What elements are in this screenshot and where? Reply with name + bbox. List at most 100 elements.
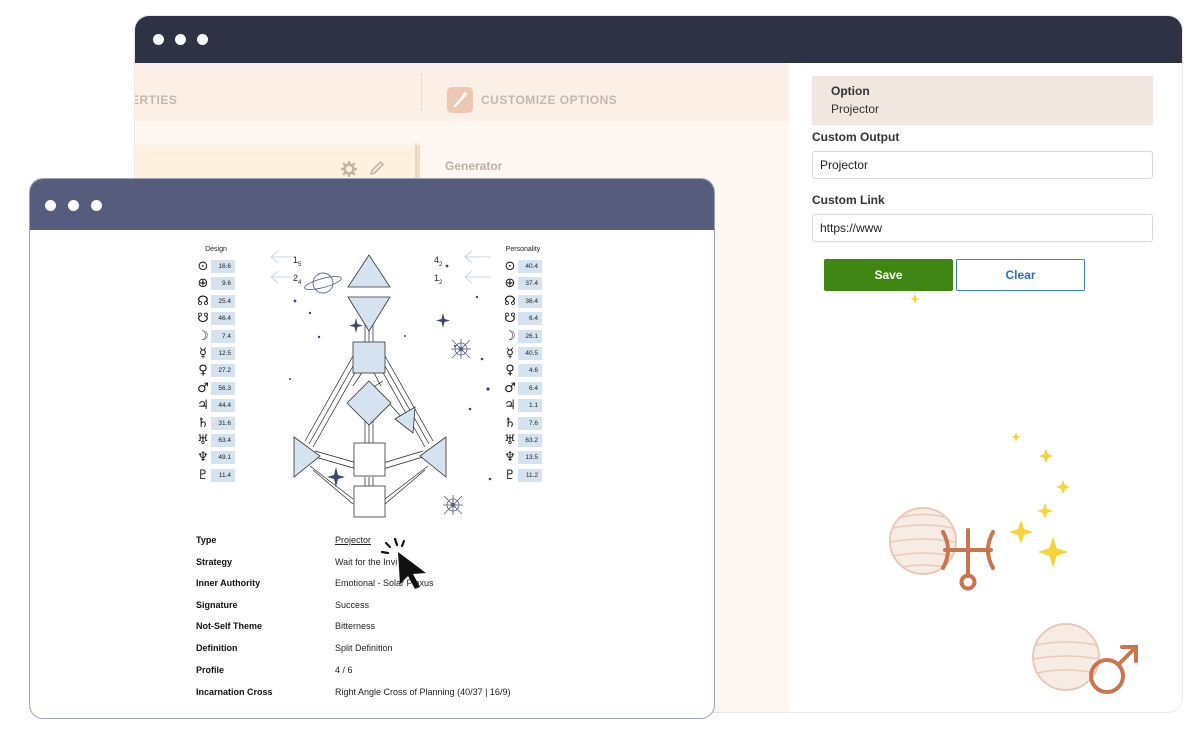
uranus-glyph-icon: ♅ [197,432,209,448]
moon-glyph-icon: ☽ [504,328,516,344]
design-planet-row: ♇ 11.4 [196,467,236,484]
clear-button[interactable]: Clear [956,259,1085,291]
gear-icon[interactable] [341,161,357,177]
throat-center [352,341,386,374]
saturn-gate-value: 31.6 [211,416,235,430]
uranus-gate-value: 63.4 [211,433,235,447]
design-planet-list: ⊙ 16.6 ⊕ 9.6 ☊ 25.4 ☋ 46.4 ☽ 7.4 ☿ 12.5 ♀ 27.2 ♂ 56.3 ♃ 4… [196,258,236,484]
venus-gate-value: 4.6 [518,364,542,378]
saturn-gate-value: 7.6 [518,416,542,430]
arrow-label-left-bottom: 24 [293,273,302,286]
sun-gate-value: 16.6 [211,260,235,273]
inner-authority-label: Inner Authority [196,578,261,588]
jupiter-glyph-icon: ♃ [504,398,516,414]
window-dot-3[interactable] [197,34,208,45]
design-planet-row: ⊕ 9.6 [196,275,236,292]
design-planet-row: ♄ 31.6 [196,415,236,432]
jupiter-gate-value: 44.4 [211,399,235,413]
south-node-glyph-icon: ☋ [197,311,209,327]
tab-properties[interactable]: ERTIES [135,93,177,107]
personality-planet-row: ♅ 63.2 [503,432,543,449]
personality-planet-row: ☋ 6.4 [503,310,543,327]
details-row: Profile 4 / 6 [196,661,616,681]
incarnation-cross-value: Right Angle Cross of Planning (40/37 | 1… [335,687,511,697]
arrow-label-right-bottom: 12 [434,273,443,286]
pluto-gate-value: 11.4 [211,468,235,482]
sun-glyph-icon: ⊙ [504,259,516,274]
tab-customize-options[interactable]: CUSTOMIZE OPTIONS [481,93,617,107]
uranus-glyph-icon: ♅ [504,432,516,448]
personality-planet-row: ♂ 6.4 [503,380,543,397]
arrow-label-left-top: 15 [293,255,302,268]
personality-planet-row: ♆ 13.5 [503,449,543,466]
personality-planet-row: ☊ 36.4 [503,293,543,310]
design-planet-row: ♆ 49.1 [196,449,236,466]
window-dot-3[interactable] [91,200,102,211]
left-arrows-icon [270,250,295,284]
saturn-glyph-icon: ♄ [504,415,516,431]
custom-output-input[interactable] [812,151,1153,179]
venus-glyph-icon: ♀ [505,363,515,379]
window-dot-2[interactable] [175,34,186,45]
north-node-glyph-icon: ☊ [197,293,209,309]
window-dot-1[interactable] [153,34,164,45]
saturn-glyph-icon: ♄ [197,415,209,431]
personality-planet-row: ♀ 4.6 [503,362,543,379]
mercury-glyph-icon: ☿ [506,345,514,361]
personality-planet-row: ⊙ 40.4 [503,258,543,275]
arrow-label-right-top: 42 [434,255,443,268]
tab-divider [421,73,422,111]
design-planet-row: ☋ 46.4 [196,310,236,327]
strategy-label: Strategy [196,557,233,567]
mars-glyph-icon: ♂ [504,380,516,396]
option-value: Projector [831,102,880,116]
mercury-glyph-icon: ☿ [199,345,207,361]
neptune-glyph-icon: ♆ [504,450,516,466]
mars-gate-value: 56.3 [211,381,235,395]
saturn-sketch-icon [304,272,342,294]
north-node-glyph-icon: ☊ [504,293,516,309]
crosshair-planet-icon-2 [443,495,463,515]
pluto-glyph-icon: ♇ [504,467,516,483]
pencil-icon[interactable] [369,160,385,176]
profile-label: Profile [196,665,225,675]
mercury-gate-value: 40.5 [518,346,542,360]
design-planet-row: ☿ 12.5 [196,345,236,362]
earth-glyph-icon: ⊕ [197,276,209,292]
custom-link-input[interactable] [812,214,1153,242]
details-row: Signature Success [196,596,616,616]
pluto-gate-value: 11.2 [518,468,542,482]
crosshair-planet-icon [451,339,471,359]
option-summary: Option Projector [812,76,1153,125]
save-button[interactable]: Save [824,259,953,291]
earth-gate-value: 37.4 [518,277,542,291]
window-dot-2[interactable] [68,200,79,211]
personality-planet-row: ♃ 1.1 [503,397,543,414]
front-window: Design Personality ⊙ 16.6 ⊕ 9.6 ☊ 25.4 ☋ 46.4 ☽ 7… [29,178,715,719]
design-planet-row: ☊ 25.4 [196,293,236,310]
type-label: Type [196,535,217,545]
back-window-titlebar [135,16,1182,63]
magic-wand-icon [447,87,473,113]
definition-label: Definition [196,643,238,653]
right-arrows-icon [464,250,491,284]
venus-glyph-icon: ♀ [198,363,208,379]
sun-glyph-icon: ⊙ [197,259,209,274]
design-planet-row: ☽ 7.4 [196,328,236,345]
design-column-title: Design [205,246,227,253]
personality-planet-row: ♇ 11.2 [503,467,543,484]
details-row: Not-Self Theme Bitterness [196,617,616,637]
custom-output-label: Custom Output [812,130,900,144]
front-window-titlebar [30,179,714,230]
jupiter-glyph-icon: ♃ [197,398,209,414]
signature-value: Success [335,600,370,610]
south-node-gate-value: 6.4 [518,312,542,326]
window-dot-1[interactable] [45,200,56,211]
type-link[interactable]: Projector [335,535,371,545]
design-planet-row: ♀ 27.2 [196,362,236,379]
personality-planet-row: ♄ 7.6 [503,415,543,432]
north-node-gate-value: 25.4 [211,294,235,308]
mars-glyph-icon: ♂ [197,380,209,396]
venus-gate-value: 27.2 [211,364,235,378]
design-planet-row: ♅ 63.4 [196,432,236,449]
